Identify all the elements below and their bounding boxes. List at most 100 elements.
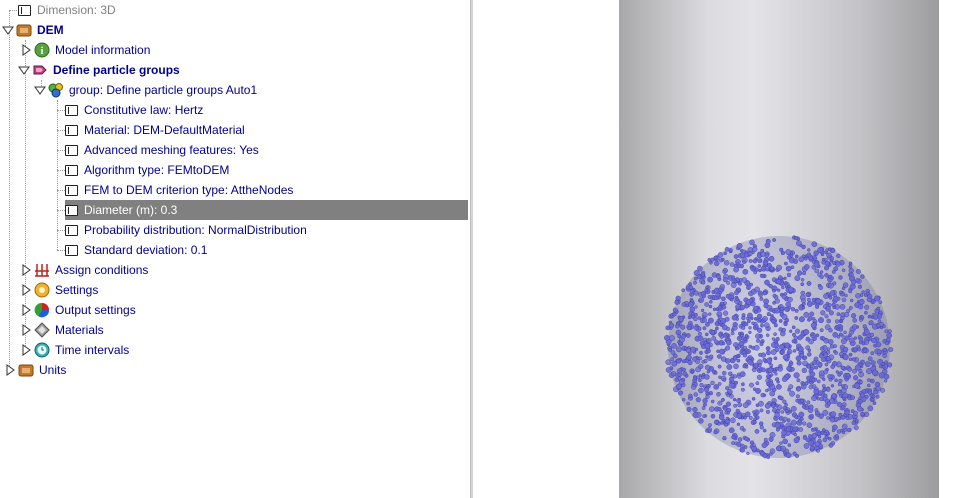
particle — [734, 290, 739, 296]
particle — [806, 422, 813, 428]
particle — [847, 367, 853, 372]
particle — [796, 360, 802, 366]
particle — [731, 435, 736, 440]
tree-item-constitutive-law[interactable]: Constitutive law: Hertz — [62, 100, 205, 120]
tree-item-assign-conditions[interactable]: Assign conditions — [20, 260, 150, 280]
particle — [822, 377, 826, 381]
particle — [722, 378, 727, 382]
collapsed-arrow-icon[interactable] — [20, 284, 32, 296]
particle — [802, 404, 806, 409]
particle — [742, 402, 749, 409]
particle — [686, 401, 690, 406]
particle — [845, 416, 850, 420]
particle — [723, 310, 729, 316]
particle — [823, 293, 829, 299]
tree-item-algorithm-type[interactable]: Algorithm type: FEMtoDEM — [62, 160, 231, 180]
tree-item-define-particle-groups[interactable]: Define particle groups — [18, 60, 182, 80]
particle — [802, 302, 806, 306]
particle — [672, 307, 678, 313]
expanded-arrow-icon[interactable] — [2, 24, 14, 36]
particle — [730, 374, 735, 379]
collapsed-arrow-icon[interactable] — [20, 264, 32, 276]
collapsed-arrow-icon[interactable] — [20, 44, 32, 56]
particle — [725, 345, 731, 351]
particle — [736, 413, 743, 419]
particle — [880, 387, 886, 393]
tree-item-output-settings[interactable]: Output settings — [20, 300, 138, 320]
particle — [719, 409, 724, 414]
collapsed-arrow-icon[interactable] — [20, 344, 32, 356]
particle — [780, 410, 785, 414]
tree-item-dem[interactable]: DEM — [2, 20, 66, 40]
particle — [826, 318, 831, 324]
particle — [719, 284, 725, 290]
particle — [851, 313, 857, 319]
particle — [766, 381, 770, 386]
particle — [715, 326, 719, 331]
particle — [698, 335, 704, 341]
particle — [840, 365, 845, 370]
particle — [725, 326, 731, 331]
particle — [705, 332, 709, 337]
particle — [802, 421, 807, 426]
tree-item-standard-deviation[interactable]: Standard deviation: 0.1 — [62, 240, 209, 260]
particle — [787, 387, 791, 392]
particle — [887, 329, 892, 334]
particle — [858, 336, 864, 342]
tree-item-diameter[interactable]: Diameter (m): 0.3 — [62, 200, 180, 220]
particle — [765, 267, 770, 272]
tree-item-advanced-meshing[interactable]: Advanced meshing features: Yes — [62, 140, 261, 160]
particle — [711, 335, 717, 341]
tree-item-fem-to-dem-criterion[interactable]: FEM to DEM criterion type: AttheNodes — [62, 180, 295, 200]
particle — [762, 357, 767, 362]
particle — [839, 319, 844, 323]
tree-item-probability-distribution[interactable]: Probability distribution: NormalDistribu… — [62, 220, 309, 240]
info-icon: i — [34, 42, 50, 58]
particle — [712, 307, 717, 312]
tree-item-label: Materials — [55, 323, 104, 337]
particle — [834, 378, 838, 383]
particle — [708, 304, 713, 309]
particle — [827, 374, 833, 380]
particle — [765, 350, 771, 356]
collapsed-arrow-icon[interactable] — [20, 324, 32, 336]
particle — [855, 293, 861, 299]
particle — [740, 344, 744, 349]
particle — [728, 248, 733, 253]
particle — [704, 343, 711, 349]
particle — [791, 325, 796, 330]
particle — [678, 390, 683, 396]
graphics-viewport[interactable] — [473, 0, 974, 498]
particle — [849, 283, 856, 290]
tree-item-label: Units — [39, 363, 67, 377]
particle — [735, 304, 741, 310]
particle — [794, 316, 799, 320]
particle — [813, 261, 820, 268]
particle — [792, 258, 799, 264]
tree-item-units[interactable]: Units — [4, 360, 68, 380]
particle — [800, 290, 806, 296]
particle — [765, 409, 771, 414]
tree-item-settings[interactable]: Settings — [20, 280, 100, 300]
particle — [739, 447, 745, 453]
particle — [811, 395, 818, 402]
particle — [824, 265, 829, 271]
particle — [778, 415, 784, 421]
particle — [825, 248, 829, 252]
particle — [758, 352, 763, 357]
particle — [807, 316, 813, 321]
tree-item-dimension[interactable]: Dimension: 3D — [15, 0, 118, 20]
expanded-arrow-icon[interactable] — [34, 84, 46, 96]
particle — [755, 333, 761, 339]
particle — [702, 402, 707, 407]
particle — [783, 276, 787, 280]
collapsed-arrow-icon[interactable] — [4, 364, 16, 376]
tree-item-group[interactable]: group: Define particle groups Auto1 — [34, 80, 259, 100]
tree-item-materials[interactable]: Materials — [20, 320, 106, 340]
expanded-arrow-icon[interactable] — [18, 64, 30, 76]
tree-item-model-information[interactable]: i Model information — [20, 40, 152, 60]
tree-item-time-intervals[interactable]: Time intervals — [20, 340, 131, 360]
tree-item-material[interactable]: Material: DEM-DefaultMaterial — [62, 120, 247, 140]
collapsed-arrow-icon[interactable] — [20, 304, 32, 316]
particle — [855, 269, 861, 274]
